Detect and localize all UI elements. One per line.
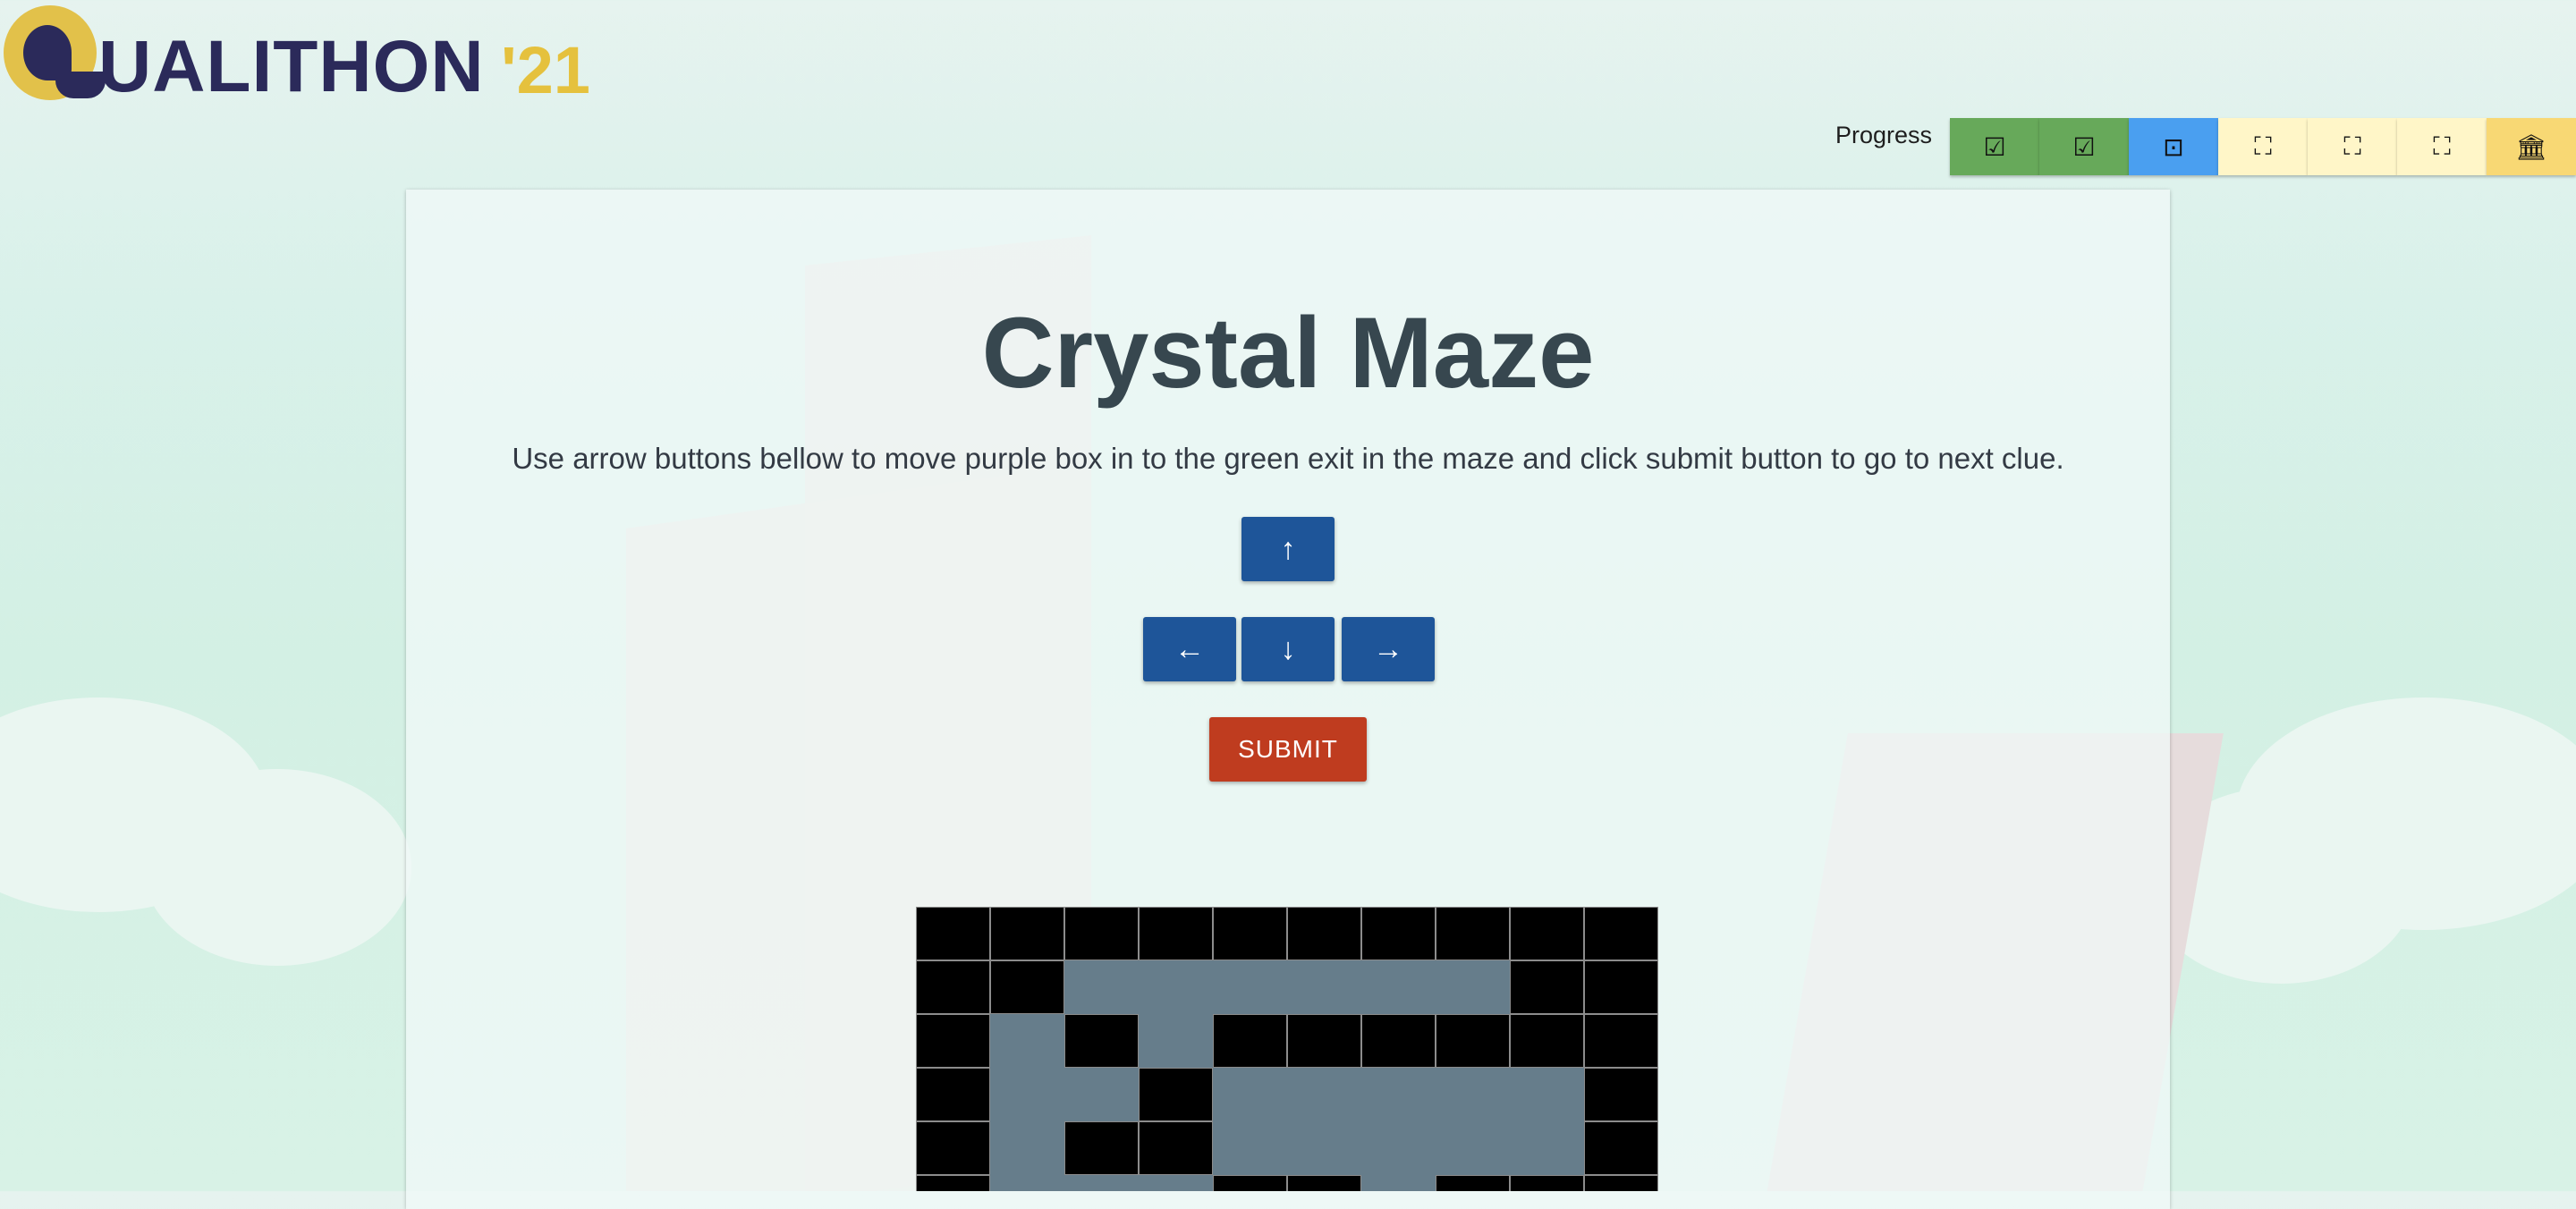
maze-path-cell — [1361, 1121, 1436, 1175]
maze-wall-cell — [916, 1014, 990, 1068]
logo-year: '21 — [501, 33, 590, 107]
maze-path-cell — [1436, 1068, 1510, 1121]
maze-wall-cell — [1584, 1121, 1658, 1175]
maze-path-cell — [1139, 1014, 1213, 1068]
progress-step-4[interactable]: ⛶ — [2218, 118, 2308, 175]
maze-path-cell — [1213, 960, 1287, 1014]
maze-path-cell — [1139, 960, 1213, 1014]
logo-text: UALITHON — [98, 26, 485, 107]
maze-path-cell — [1064, 960, 1139, 1014]
maze-wall-cell — [990, 960, 1064, 1014]
maze-grid — [916, 907, 1658, 1191]
progress-step-5[interactable]: ⛶ — [2308, 118, 2397, 175]
maze-wall-cell — [1064, 1121, 1139, 1175]
maze-path-cell — [1361, 1175, 1436, 1191]
maze-wall-cell — [990, 907, 1064, 960]
progress-step-3[interactable]: ⊡ — [2129, 118, 2218, 175]
check-box-icon: ☑ — [2072, 132, 2096, 161]
maze-wall-cell — [1064, 1014, 1139, 1068]
move-down-button[interactable]: ↓ — [1241, 617, 1335, 681]
arrow-left-icon: ← — [1174, 631, 1205, 666]
move-up-button[interactable]: ↑ — [1241, 517, 1335, 581]
maze-wall-cell — [1361, 907, 1436, 960]
maze-path-cell — [1361, 960, 1436, 1014]
progress-label: Progress — [1835, 122, 1933, 148]
maze-wall-cell — [916, 1175, 990, 1191]
progress-step-6[interactable]: ⛶ — [2397, 118, 2487, 175]
maze-path-cell — [990, 1175, 1064, 1191]
maze-wall-cell — [1287, 1175, 1361, 1191]
maze-path-cell — [1064, 1068, 1139, 1121]
maze-wall-cell — [1213, 907, 1287, 960]
maze-wall-cell — [1139, 1068, 1213, 1121]
maze-wall-cell — [1064, 907, 1139, 960]
maze-wall-cell — [1287, 1014, 1361, 1068]
move-left-button[interactable]: ← — [1143, 617, 1236, 681]
maze-wall-cell — [1584, 1175, 1658, 1191]
arrow-up-icon: ↑ — [1280, 531, 1296, 566]
check-box-icon: ☑ — [1983, 132, 2006, 161]
maze-path-cell — [1436, 960, 1510, 1014]
maze-wall-cell — [916, 960, 990, 1014]
fullscreen-frame-icon: ⛶ — [2254, 131, 2272, 160]
maze-wall-cell — [1436, 1014, 1510, 1068]
maze-wall-cell — [1139, 907, 1213, 960]
maze-path-cell — [990, 1121, 1064, 1175]
maze-wall-cell — [1510, 1175, 1584, 1191]
center-focus-icon: ⊡ — [2163, 132, 2184, 161]
maze-path-cell — [990, 1068, 1064, 1121]
submit-button[interactable]: SUBMIT — [1209, 717, 1367, 782]
progress-step-final[interactable]: 🏛 — [2487, 118, 2576, 175]
maze-wall-cell — [1584, 1068, 1658, 1121]
maze-wall-cell — [1584, 907, 1658, 960]
maze-wall-cell — [1436, 1175, 1510, 1191]
maze-wall-cell — [916, 1068, 990, 1121]
maze-path-cell — [990, 1014, 1064, 1068]
progress-bar: ☑ ☑ ⊡ ⛶ ⛶ ⛶ 🏛 — [1950, 118, 2576, 175]
fullscreen-frame-icon: ⛶ — [2433, 131, 2451, 160]
maze-wall-cell — [916, 907, 990, 960]
arrow-right-icon: → — [1373, 631, 1403, 666]
maze-wall-cell — [1510, 907, 1584, 960]
puzzle-instructions: Use arrow buttons bellow to move purple … — [512, 442, 2064, 475]
maze-wall-cell — [1584, 960, 1658, 1014]
maze-wall-cell — [916, 1121, 990, 1175]
arrow-down-icon: ↓ — [1280, 631, 1296, 666]
maze-path-cell — [1213, 1121, 1287, 1175]
maze-path-cell — [1510, 1121, 1584, 1175]
maze-wall-cell — [1287, 907, 1361, 960]
move-right-button[interactable]: → — [1342, 617, 1435, 681]
maze-path-cell — [1287, 960, 1361, 1014]
maze-wall-cell — [1510, 960, 1584, 1014]
maze-path-cell — [1287, 1121, 1361, 1175]
maze-wall-cell — [1584, 1014, 1658, 1068]
fullscreen-frame-icon: ⛶ — [2343, 131, 2361, 160]
maze-wall-cell — [1361, 1014, 1436, 1068]
puzzle-title: Crystal Maze — [981, 297, 1595, 409]
maze-wall-cell — [1139, 1121, 1213, 1175]
maze-path-cell — [1436, 1121, 1510, 1175]
progress-step-1[interactable]: ☑ — [1950, 118, 2039, 175]
maze-path-cell — [1361, 1068, 1436, 1121]
bank-icon: 🏛 — [2515, 132, 2547, 161]
maze-path-cell — [1064, 1175, 1139, 1191]
progress-step-2[interactable]: ☑ — [2039, 118, 2129, 175]
maze-path-cell — [1139, 1175, 1213, 1191]
maze-path-cell — [1287, 1068, 1361, 1121]
maze-wall-cell — [1213, 1014, 1287, 1068]
maze-wall-cell — [1213, 1175, 1287, 1191]
maze-path-cell — [1213, 1068, 1287, 1121]
maze-wall-cell — [1436, 907, 1510, 960]
maze-path-cell — [1510, 1068, 1584, 1121]
maze-wall-cell — [1510, 1014, 1584, 1068]
